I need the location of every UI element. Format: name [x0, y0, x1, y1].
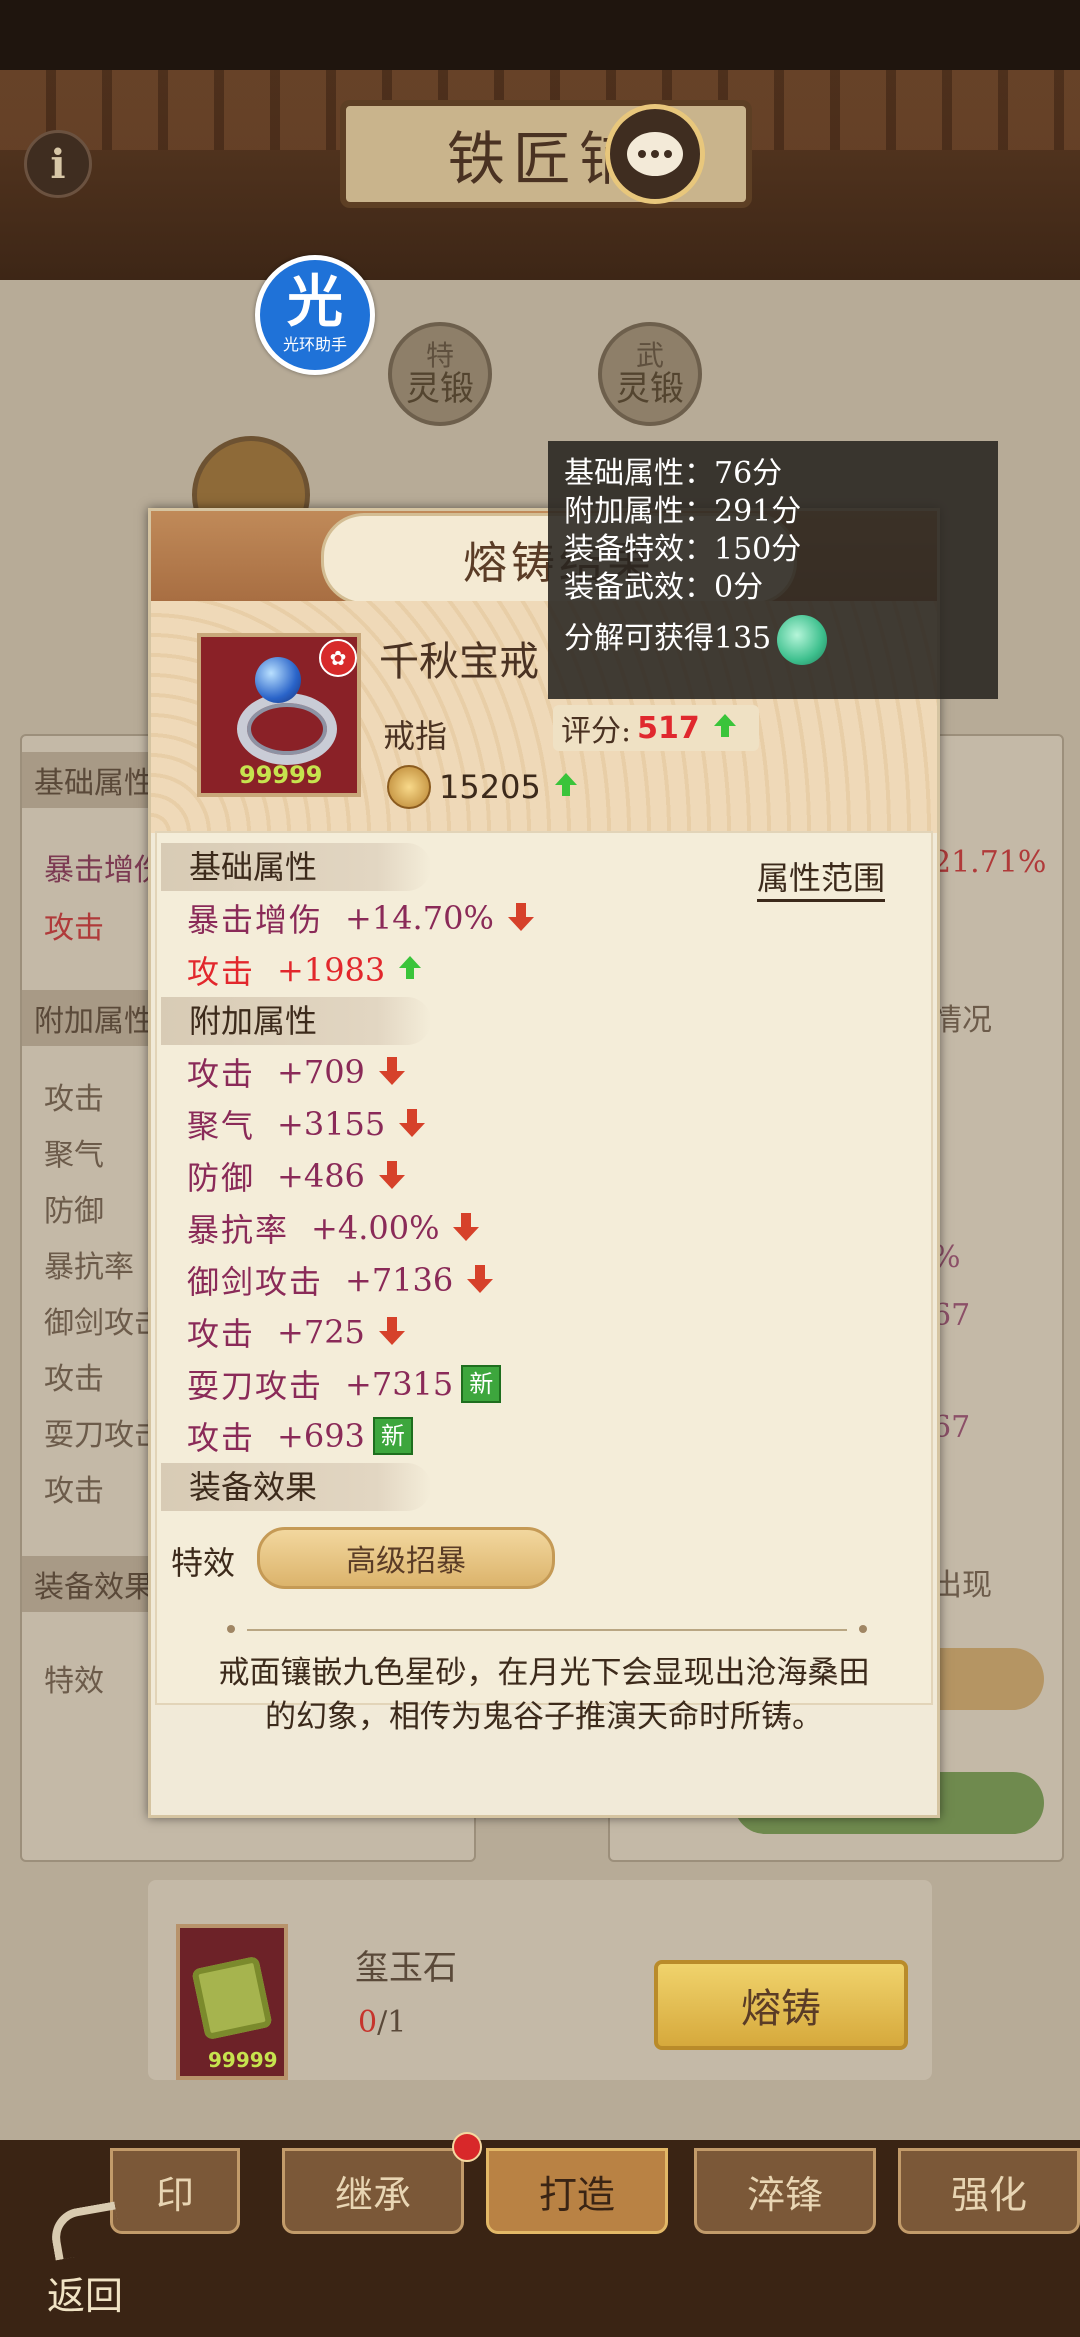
skill-badge-wu[interactable]: 武 灵锻	[598, 322, 702, 426]
tab-inherit[interactable]: 继承	[282, 2148, 464, 2234]
info-icon[interactable]: i	[24, 130, 92, 198]
stat-list: 基础属性 属性范围 暴击增伤 +14.70% 攻击 +1983 附加属性 攻击 …	[155, 831, 933, 1705]
status-bar	[0, 0, 1080, 70]
stat-row: 耍刀攻击 +7315 新	[187, 1361, 502, 1407]
score-label: 评分:	[561, 714, 632, 749]
tooltip-row: 装备武效：0分	[564, 570, 764, 605]
stat-row: 攻击 +725	[187, 1309, 405, 1355]
combat-power-value: 15205	[439, 768, 541, 806]
item-description: 戒面镶嵌九色星砂，在月光下会显现出沧海桑田的幻象，相传为鬼谷子推演天命时所铸。	[218, 1655, 870, 1735]
combat-power: 15205	[387, 765, 577, 809]
section-header-extra: 附加属性	[161, 997, 431, 1045]
score-box: 评分: 517	[553, 705, 759, 751]
bg-row: 攻击	[44, 1362, 104, 1397]
down-arrow-icon	[378, 1161, 405, 1189]
score-value: 517	[637, 710, 700, 746]
bg-right-fragment: 21.71%	[932, 845, 1047, 880]
bg-right-fragment: 出现	[932, 1568, 992, 1603]
tooltip-row: 装备特效：150分	[564, 532, 802, 567]
tab-craft[interactable]: 打造	[486, 2148, 668, 2234]
section-header-base: 基础属性	[161, 843, 431, 891]
forge-result-modal: 熔铸结果 ✿ 99999 千秋宝戒 戒指 评分: 517 15205 基础属性 …	[148, 508, 940, 1818]
down-arrow-icon	[399, 1109, 426, 1137]
material-count: 99999	[208, 2048, 278, 2072]
stat-row: 暴击增伤 +14.70%	[187, 895, 534, 941]
new-tag: 新	[461, 1365, 502, 1403]
down-arrow-icon	[378, 1317, 405, 1345]
back-button[interactable]: 返回	[30, 2200, 140, 2320]
down-arrow-icon	[507, 903, 534, 931]
up-arrow-icon	[713, 714, 736, 737]
divider	[227, 1625, 867, 1633]
item-name: 千秋宝戒	[379, 639, 539, 685]
bg-row: 暴抗率	[44, 1250, 134, 1285]
tooltip-row: 基础属性：76分	[564, 456, 783, 491]
stat-row: 攻击 +693 新	[187, 1413, 413, 1459]
material-icon-frame[interactable]: 99999	[176, 1924, 288, 2080]
decompose-text: 分解可获得135	[564, 621, 772, 656]
down-arrow-icon	[467, 1265, 494, 1293]
tooltip-decompose-row: 分解可获得135	[564, 615, 982, 665]
stat-row: 攻击 +1983	[187, 947, 422, 993]
chat-icon[interactable]	[605, 104, 705, 204]
up-arrow-icon	[399, 956, 422, 979]
ring-icon	[237, 693, 337, 765]
effect-button[interactable]: 高级招暴	[257, 1527, 555, 1589]
stat-row: 防御 +486	[187, 1153, 405, 1199]
bg-row: 攻击	[44, 1474, 104, 1509]
bg-row: 特效	[44, 1664, 104, 1699]
item-count: 99999	[239, 761, 323, 789]
down-arrow-icon	[378, 1057, 405, 1085]
guanghuan-assistant-icon[interactable]: 光 光环助手	[255, 255, 375, 375]
notification-dot	[452, 2132, 482, 2162]
item-icon-frame[interactable]: ✿ 99999	[197, 633, 361, 797]
stat-row: 暴抗率 +4.00%	[187, 1205, 480, 1251]
forge-button[interactable]: 熔铸	[654, 1960, 908, 2050]
material-quantity: 0/1	[358, 2005, 407, 2040]
bg-row: 御剑攻击	[44, 1306, 164, 1341]
jade-coin-icon	[777, 615, 828, 665]
tab-enhance[interactable]: 强化	[898, 2148, 1080, 2234]
skill-badge-te[interactable]: 特 灵锻	[388, 322, 492, 426]
stat-row: 御剑攻击 +7136	[187, 1257, 494, 1303]
tab-temper[interactable]: 淬锋	[694, 2148, 876, 2234]
gem-icon	[255, 657, 301, 703]
combat-power-icon	[387, 765, 431, 809]
down-arrow-icon	[453, 1213, 480, 1241]
up-arrow-icon	[554, 773, 577, 796]
rarity-badge-icon: ✿	[319, 639, 357, 677]
stat-row: 攻击 +709	[187, 1049, 405, 1095]
stat-row: 聚气 +3155	[187, 1101, 426, 1147]
material-name: 玺玉石	[355, 1948, 457, 1988]
attribute-range-link[interactable]: 属性范围	[757, 853, 886, 902]
bg-row: 攻击	[44, 1082, 104, 1117]
bg-row: 防御	[44, 1194, 104, 1229]
tooltip-row: 附加属性：291分	[564, 494, 802, 529]
score-tooltip: 基础属性：76分 附加属性：291分 装备特效：150分 装备武效：0分 分解可…	[548, 441, 998, 699]
item-type: 戒指	[383, 717, 448, 755]
new-tag: 新	[372, 1417, 413, 1455]
bg-row: 聚气	[44, 1138, 104, 1173]
jade-seal-icon	[191, 1955, 273, 2041]
bg-right-fragment: 情况	[932, 1003, 992, 1038]
effect-label: 特效	[171, 1544, 236, 1582]
back-label: 返回	[46, 2274, 123, 2318]
bg-row: 攻击	[44, 911, 104, 946]
section-header-effects: 装备效果	[161, 1463, 431, 1511]
bg-row: 暴击增伤	[44, 853, 164, 888]
bg-row: 耍刀攻击	[44, 1418, 164, 1453]
back-arrow-icon	[47, 2201, 123, 2261]
